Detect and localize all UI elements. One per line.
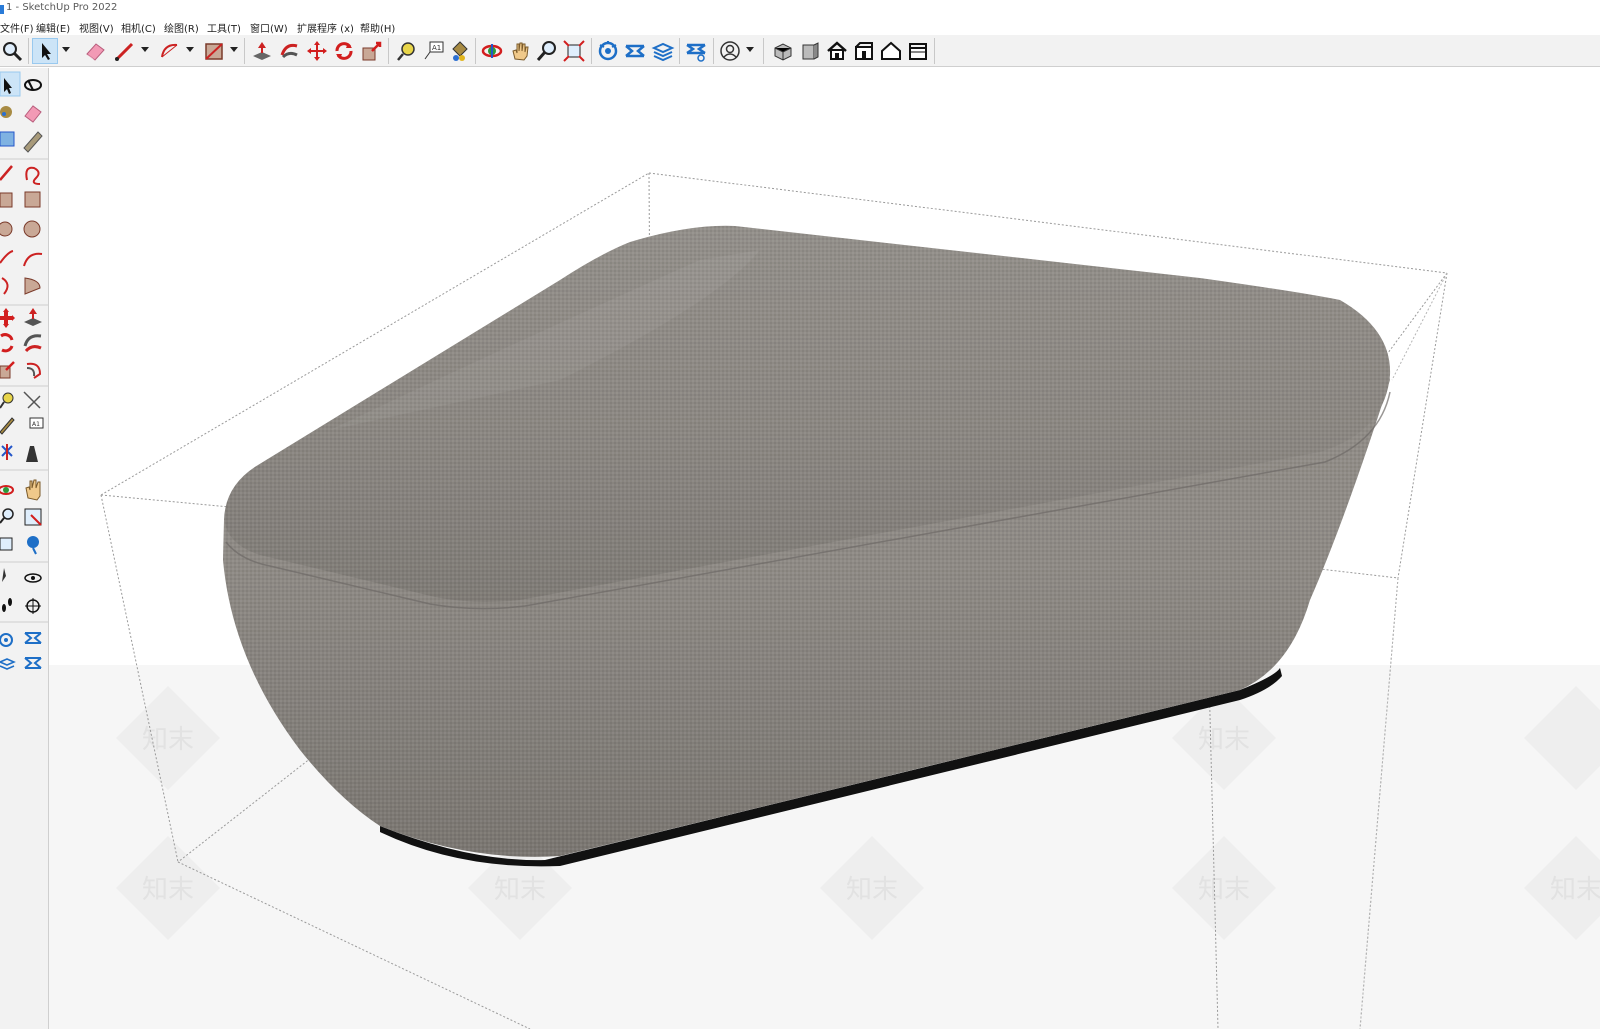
rotate-icon[interactable]	[332, 39, 356, 63]
menu-draw[interactable]: 绘图(R)	[164, 20, 199, 35]
arc-icon[interactable]	[158, 39, 182, 63]
layers-icon[interactable]	[651, 39, 675, 63]
scale-icon[interactable]	[360, 39, 384, 63]
menu-tools[interactable]: 工具(T)	[207, 20, 241, 35]
account-dropdown-icon[interactable]	[746, 47, 754, 52]
watermark-text: 知末	[494, 875, 546, 905]
text-icon[interactable]: A1	[422, 39, 446, 63]
styles-icon[interactable]	[684, 39, 708, 63]
back-view-icon[interactable]	[879, 39, 903, 63]
left-toolbar-icons: A1	[0, 71, 48, 670]
front-view-icon[interactable]	[798, 39, 822, 63]
svg-text:A1: A1	[32, 421, 40, 428]
main-toolbar: A1	[0, 35, 1600, 67]
follow-me-icon[interactable]	[278, 39, 302, 63]
select-dropdown-icon[interactable]	[62, 47, 70, 52]
top-view-icon[interactable]	[825, 39, 849, 63]
menu-window[interactable]: 窗口(W)	[250, 20, 288, 35]
menu-help[interactable]: 帮助(H)	[360, 20, 395, 35]
title-bar: 1 - SketchUp Pro 2022	[0, 0, 1600, 18]
menu-camera[interactable]: 相机(C)	[121, 20, 156, 35]
watermark-text: 知末	[1198, 875, 1250, 905]
watermark-text: 知末	[1550, 875, 1600, 905]
menu-extensions[interactable]: 扩展程序 (x)	[297, 20, 354, 35]
svg-text:A1: A1	[432, 44, 441, 52]
watermark-text: 知末	[142, 725, 194, 755]
sketchup-logo-icon	[0, 5, 4, 14]
arc-dropdown-icon[interactable]	[186, 47, 194, 52]
toolbar-separator	[934, 38, 935, 64]
rectangle-icon[interactable]	[202, 39, 226, 63]
zoom-tool-icon[interactable]	[535, 39, 559, 63]
toolbar-separator	[244, 38, 245, 64]
watermark-text: 知末	[846, 875, 898, 905]
line-dropdown-icon[interactable]	[141, 47, 149, 52]
account-icon[interactable]	[718, 39, 742, 63]
iso-view-icon[interactable]	[771, 39, 795, 63]
sandbox-icon[interactable]	[623, 39, 647, 63]
rectangle-dropdown-icon[interactable]	[230, 47, 238, 52]
toolbar-separator	[679, 38, 680, 64]
model-canvas[interactable]: 知末 知末 知末 知末 知末 知末 知末 知末 知末	[49, 67, 1600, 1029]
eraser-icon[interactable]	[83, 39, 107, 63]
watermark-text: 知末	[142, 875, 194, 905]
window-title: 1 - SketchUp Pro 2022	[6, 2, 118, 13]
toolbar-separator	[763, 38, 764, 64]
toolbar-separator	[388, 38, 389, 64]
toolbar-separator	[28, 38, 29, 64]
toolbar-separator	[591, 38, 592, 64]
select-icon[interactable]	[32, 38, 58, 64]
tape-measure-icon[interactable]	[394, 39, 418, 63]
menu-edit[interactable]: 编辑(E)	[36, 20, 70, 35]
left-view-icon[interactable]	[906, 39, 930, 63]
line-icon[interactable]	[113, 39, 137, 63]
menu-bar: 文件(F) 编辑(E) 视图(V) 相机(C) 绘图(R) 工具(T) 窗口(W…	[0, 18, 1600, 35]
watermark-text: 知末	[1198, 725, 1250, 755]
pan-icon[interactable]	[508, 39, 532, 63]
paint-bucket-icon[interactable]	[447, 39, 471, 63]
menu-file[interactable]: 文件(F)	[0, 20, 34, 35]
zoom-extents-icon[interactable]	[562, 39, 586, 63]
zoom-icon[interactable]	[0, 39, 24, 63]
toolbar-separator	[475, 38, 476, 64]
move-icon[interactable]	[305, 39, 329, 63]
toolbar-separator	[713, 38, 714, 64]
model-viewport[interactable]: 知末 知末 知末 知末 知末 知末 知末 知末 知末	[49, 67, 1600, 1029]
right-view-icon[interactable]	[852, 39, 876, 63]
warehouse-icon[interactable]	[596, 39, 620, 63]
menu-view[interactable]: 视图(V)	[79, 20, 114, 35]
orbit-icon[interactable]	[480, 39, 504, 63]
left-toolbar: A1	[0, 68, 49, 1029]
push-pull-icon[interactable]	[250, 39, 274, 63]
